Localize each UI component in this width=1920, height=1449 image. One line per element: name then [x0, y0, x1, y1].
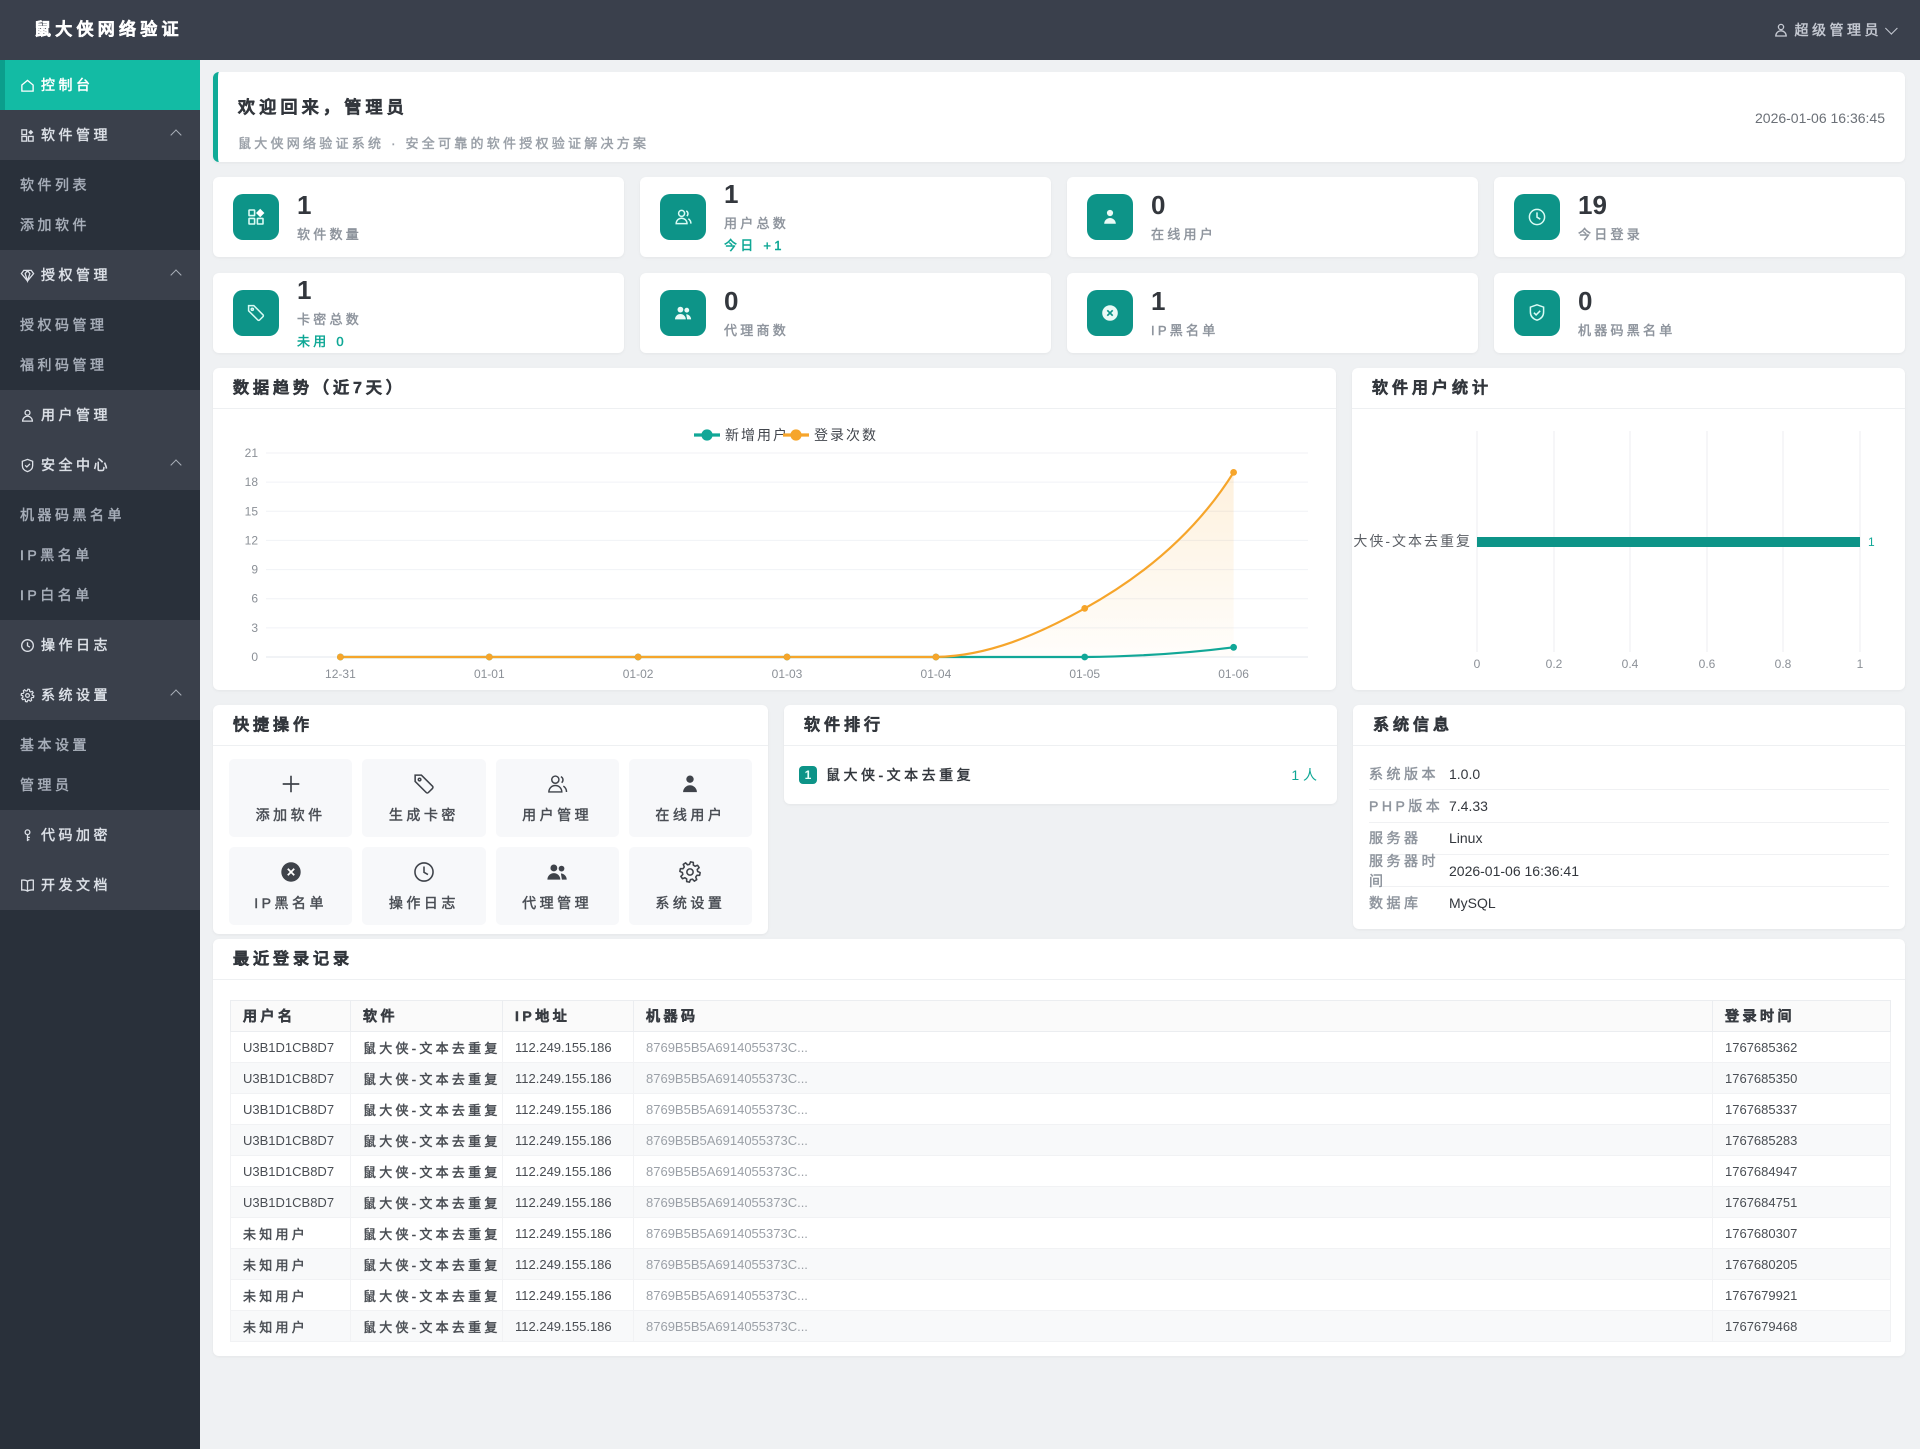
svg-text:12-31: 12-31: [325, 667, 356, 681]
svg-text:15: 15: [245, 504, 259, 518]
svg-text:6: 6: [251, 592, 258, 606]
svg-text:0.4: 0.4: [1622, 657, 1639, 671]
svg-text:01-04: 01-04: [921, 667, 952, 681]
svg-text:01-02: 01-02: [623, 667, 654, 681]
svg-text:1: 1: [1857, 657, 1864, 671]
svg-text:01-01: 01-01: [474, 667, 505, 681]
svg-text:0.6: 0.6: [1699, 657, 1716, 671]
svg-text:9: 9: [251, 563, 258, 577]
svg-text:01-06: 01-06: [1218, 667, 1249, 681]
svg-text:0.2: 0.2: [1546, 657, 1563, 671]
svg-text:21: 21: [245, 446, 259, 460]
svg-text:1: 1: [1868, 535, 1875, 549]
svg-text:登录次数: 登录次数: [814, 427, 878, 443]
svg-text:新增用户: 新增用户: [725, 427, 789, 443]
svg-text:0.8: 0.8: [1775, 657, 1792, 671]
svg-text:0: 0: [1474, 657, 1481, 671]
svg-text:鼠大侠-文本去重复: 鼠大侠-文本去重复: [1352, 533, 1472, 549]
svg-text:01-05: 01-05: [1069, 667, 1100, 681]
svg-text:01-03: 01-03: [772, 667, 803, 681]
svg-text:18: 18: [245, 475, 259, 489]
svg-text:0: 0: [251, 650, 258, 664]
svg-text:3: 3: [251, 621, 258, 635]
svg-text:12: 12: [245, 533, 259, 547]
